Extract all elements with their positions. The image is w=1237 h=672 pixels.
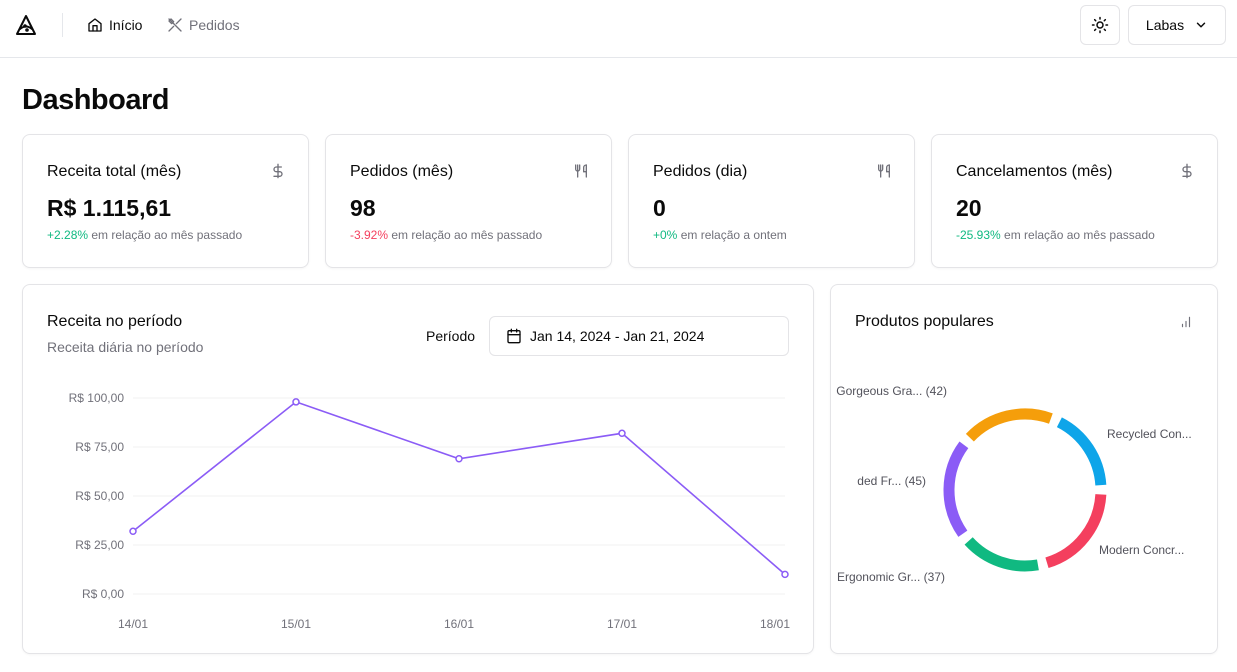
stat-card-orders-month: Pedidos (mês) 98 -3.92% em relação ao mê… xyxy=(325,134,612,268)
stat-label: Receita total (mês) xyxy=(47,163,182,180)
donut-slice[interactable] xyxy=(964,537,1039,572)
stat-card-revenue: Receita total (mês) R$ 1.115,61 +2.28% e… xyxy=(22,134,309,268)
stat-value: 20 xyxy=(956,195,982,221)
nav-orders[interactable]: Pedidos xyxy=(167,15,240,35)
stat-description: -25.93% em relação ao mês passado xyxy=(956,228,1155,242)
stat-value: 0 xyxy=(653,195,666,221)
data-point[interactable] xyxy=(455,455,463,463)
y-tick-label: R$ 0,00 xyxy=(82,587,124,601)
x-tick-label: 15/01 xyxy=(281,617,311,631)
account-menu-button[interactable]: Labas xyxy=(1128,5,1226,45)
stat-change-text: em relação ao mês passado xyxy=(388,228,543,242)
stat-label: Pedidos (dia) xyxy=(653,163,748,180)
pizza-logo-icon[interactable] xyxy=(14,13,38,37)
data-point[interactable] xyxy=(781,570,789,579)
data-point[interactable] xyxy=(618,429,626,438)
stat-change-text: em relação ao mês passado xyxy=(88,228,243,242)
data-point[interactable] xyxy=(292,398,300,406)
y-tick-label: R$ 75,00 xyxy=(75,440,124,454)
popular-products-donut: Gorgeous Gra... (42) Recycled Con... Moder… xyxy=(836,384,1192,584)
account-name: Labas xyxy=(1145,17,1185,33)
stat-description: +2.28% em relação ao mês passado xyxy=(47,228,242,242)
chevron-down-icon xyxy=(1196,22,1206,28)
utensils-icon xyxy=(575,164,587,178)
stat-change: -3.92% xyxy=(350,228,389,242)
donut-slice[interactable] xyxy=(943,441,969,537)
revenue-series-line xyxy=(132,401,786,576)
slice-label: Ergonomic Gr... (37) xyxy=(837,570,945,584)
stat-change: -25.93% xyxy=(956,228,1001,242)
revenue-chart-card: Receita no período Receita diária no per… xyxy=(22,284,814,654)
top-navbar: Início Pedidos Labas xyxy=(0,0,1237,58)
slice-label: ded Fr... (45) xyxy=(857,474,926,488)
x-tick-label: 14/01 xyxy=(118,617,148,631)
dollar-icon xyxy=(1182,163,1192,179)
stat-card-cancellations: Cancelamentos (mês) 20 -25.93% em relaçã… xyxy=(931,134,1218,268)
dollar-icon xyxy=(273,163,283,179)
y-tick-label: R$ 50,00 xyxy=(75,489,124,503)
sun-icon xyxy=(1091,16,1109,34)
stat-change-text: em relação a ontem xyxy=(677,228,787,242)
utensils-crossed-icon xyxy=(168,18,182,32)
y-tick-label: R$ 25,00 xyxy=(75,538,124,552)
stat-description: +0% em relação a ontem xyxy=(653,228,787,242)
stat-label: Cancelamentos (mês) xyxy=(956,163,1113,180)
y-tick-label: R$ 100,00 xyxy=(69,391,125,405)
x-tick-label: 17/01 xyxy=(607,617,637,631)
popular-products-card: Produtos populares Gorgeous Gra... (42) R… xyxy=(830,284,1218,654)
page-title: Dashboard xyxy=(22,84,169,116)
utensils-icon xyxy=(878,164,890,178)
x-tick-label: 16/01 xyxy=(444,617,474,631)
nav-home-label: Início xyxy=(109,17,143,33)
slice-label: Modern Concr... xyxy=(1099,543,1184,557)
nav-orders-label: Pedidos xyxy=(189,17,240,33)
donut-slice[interactable] xyxy=(1045,493,1107,569)
data-point[interactable] xyxy=(129,527,137,536)
slice-label: Gorgeous Gra... (42) xyxy=(836,384,947,398)
stat-value: R$ 1.115,61 xyxy=(47,195,172,221)
donut-slice[interactable] xyxy=(1056,417,1107,486)
home-icon xyxy=(88,18,102,32)
stat-label: Pedidos (mês) xyxy=(350,163,454,180)
stat-card-orders-day: Pedidos (dia) 0 +0% em relação a ontem xyxy=(628,134,915,268)
nav-home[interactable]: Início xyxy=(87,15,142,35)
revenue-line-chart: R$ 0,00 R$ 25,00 R$ 50,00 R$ 75,00 R$ 100,00… xyxy=(69,391,791,631)
theme-toggle-button[interactable] xyxy=(1080,5,1120,45)
stat-change: +0% xyxy=(653,228,678,242)
slice-label: Recycled Con... xyxy=(1107,427,1192,441)
stat-value: 98 xyxy=(350,195,376,221)
header-divider xyxy=(62,13,63,37)
x-tick-label: 18/01 xyxy=(760,617,790,631)
stat-change: +2.28% xyxy=(47,228,89,242)
stat-description: -3.92% em relação ao mês passado xyxy=(350,228,542,242)
stat-change-text: em relação ao mês passado xyxy=(1000,228,1155,242)
donut-slice[interactable] xyxy=(965,408,1053,442)
